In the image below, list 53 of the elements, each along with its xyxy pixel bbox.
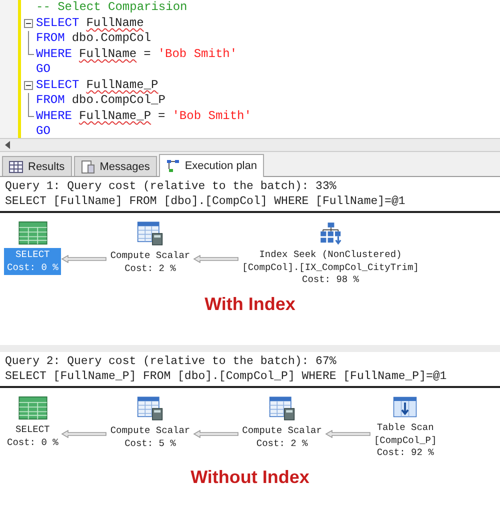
code-token: -- Select Comparision <box>36 0 188 16</box>
query-sql-text: SELECT [FullName_P] FROM [dbo].[CompCol_P] WHERE [FullName_P]=@1 <box>5 369 448 384</box>
operator-label[interactable]: Index Seek (NonClustered) [CompCol].[IX_CompCol_CityTrim] Cost: 98 % <box>239 248 422 288</box>
table-scan-icon <box>393 396 418 418</box>
code-token: FullName_P <box>79 108 152 124</box>
code-token: = <box>158 108 166 124</box>
tab[interactable]: Execution plan <box>158 154 264 177</box>
query-sql-text: SELECT [FullName] FROM [dbo].[CompCol] WHERE [FullName]=@1 <box>5 194 406 209</box>
arrow-icon <box>193 430 240 438</box>
calculator-table-icon <box>137 396 164 421</box>
index-seek-icon <box>318 221 342 245</box>
code-token: FROM <box>36 93 65 108</box>
plan-icon <box>166 159 180 173</box>
code-token: SELECT <box>36 16 80 31</box>
table-icon <box>18 396 48 420</box>
caption-text: With Index <box>204 294 296 314</box>
query-cost-text: Query 2: Query cost (relative to the batch): 67% <box>5 354 338 369</box>
table-icon <box>18 221 48 245</box>
arrow-icon <box>324 430 371 438</box>
query-cost-text: Query 1: Query cost (relative to the batch): 33% <box>5 179 338 194</box>
code-token: FullName_P <box>86 78 158 93</box>
code-token: FullName <box>79 46 137 62</box>
code-token: 'Bob Smith' <box>172 108 252 124</box>
code-token: = <box>144 46 151 62</box>
operator-label[interactable]: Compute Scalar Cost: 2 % <box>239 424 325 451</box>
operator-label[interactable]: Compute Scalar Cost: 2 % <box>107 249 194 276</box>
code-token: 'Bob Smith' <box>158 46 238 62</box>
collapse-icon[interactable] <box>24 80 33 90</box>
calculator-table-icon <box>137 221 164 246</box>
calculator-table-icon <box>269 396 296 421</box>
horizontal-scrollbar[interactable] <box>0 138 500 152</box>
collapse-icon[interactable] <box>24 18 33 28</box>
code-token: SELECT <box>36 78 80 93</box>
tab[interactable]: Results <box>2 156 72 176</box>
operator-label[interactable]: Compute Scalar Cost: 5 % <box>107 424 194 451</box>
code-token: GO <box>36 124 50 140</box>
document-icon <box>80 160 95 174</box>
scroll-left-icon[interactable] <box>5 141 11 149</box>
grid-icon <box>9 160 23 172</box>
arrow-icon <box>193 255 240 263</box>
tab[interactable]: Messages <box>74 156 157 176</box>
caption-text: Without Index <box>190 466 310 488</box>
code-token: GO <box>36 62 50 78</box>
code-token: WHERE <box>36 108 72 124</box>
arrow-icon <box>61 255 108 263</box>
arrow-icon <box>61 430 108 438</box>
code-token: WHERE <box>36 46 72 62</box>
operator-label[interactable]: Table Scan [CompCol_P] Cost: 92 % <box>370 421 440 460</box>
operator-label[interactable]: SELECT Cost: 0 % <box>4 423 62 450</box>
code-token: dbo.CompCol_P <box>72 93 166 108</box>
code-token: dbo.CompCol <box>72 31 152 46</box>
code-token: FROM <box>36 31 65 46</box>
code-token: FullName <box>86 16 144 31</box>
